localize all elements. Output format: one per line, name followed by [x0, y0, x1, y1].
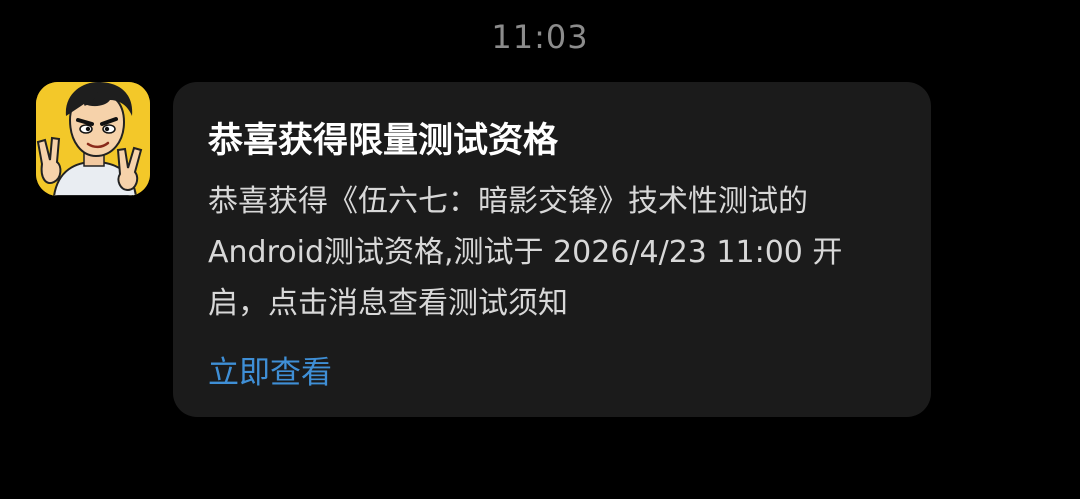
chat-screen: 11:03 恭喜获得限量测试资格 恭喜获得《伍六七：暗影交锋》技术性测试的And… [0, 0, 1080, 499]
sender-avatar[interactable] [36, 82, 150, 196]
notification-body: 恭喜获得《伍六七：暗影交锋》技术性测试的Android测试资格,测试于 2026… [208, 184, 843, 321]
message-timestamp: 11:03 [491, 18, 589, 56]
game-character-avatar-icon [36, 82, 150, 196]
view-now-link[interactable]: 立即查看 [208, 353, 332, 393]
notification-title: 恭喜获得限量测试资格 [208, 121, 559, 161]
notification-card[interactable]: 恭喜获得限量测试资格 恭喜获得《伍六七：暗影交锋》技术性测试的Android测试… [173, 82, 931, 417]
